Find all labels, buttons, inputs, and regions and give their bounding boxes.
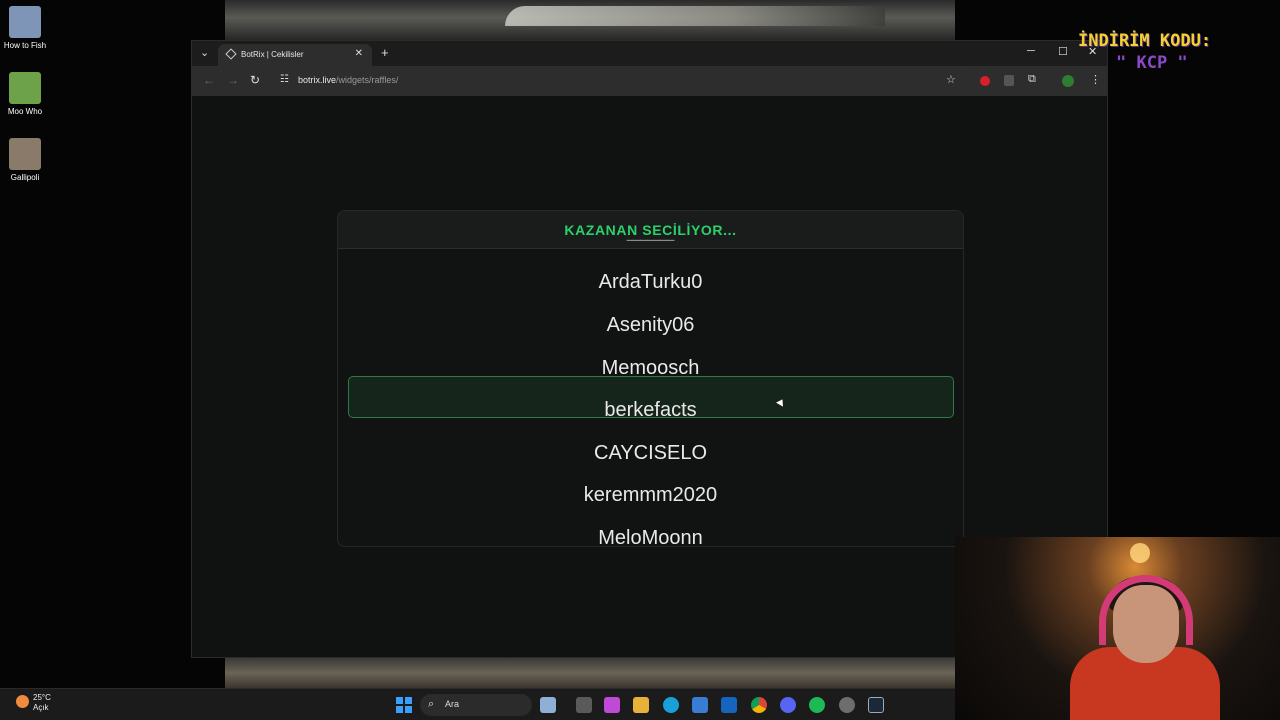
headset bbox=[1099, 575, 1193, 645]
site-info-icon[interactable]: ☷ bbox=[280, 74, 289, 85]
bookmark-star-icon[interactable]: ☆ bbox=[946, 73, 956, 86]
moo-who-icon bbox=[9, 72, 41, 104]
raffle-name: MeloMoonn bbox=[598, 527, 703, 547]
raffle-name-selected: berkefacts bbox=[604, 399, 697, 421]
profile-avatar[interactable] bbox=[1062, 75, 1074, 87]
spotify-icon[interactable] bbox=[809, 697, 825, 713]
url-domain: botrix.live bbox=[298, 75, 337, 85]
copilot-icon[interactable] bbox=[604, 697, 620, 713]
extension-icon[interactable] bbox=[1004, 75, 1014, 86]
tab-close-icon[interactable]: ✕ bbox=[355, 48, 363, 59]
menu-dots-icon[interactable]: ⋮ bbox=[1090, 73, 1101, 86]
lamp-light bbox=[1130, 543, 1150, 563]
raffle-name: CAYCISELO bbox=[594, 442, 707, 464]
webcam-overlay bbox=[955, 537, 1280, 720]
minimize-icon[interactable]: ─ bbox=[1027, 45, 1035, 57]
settings-icon[interactable] bbox=[839, 697, 855, 713]
raffle-name: Memoosch bbox=[601, 357, 700, 379]
tab-title: BotRix | Cekilisler bbox=[241, 50, 304, 59]
reload-icon[interactable]: ↻ bbox=[250, 73, 260, 87]
promo-code: " KCP " bbox=[1116, 53, 1188, 73]
desktop-icon-gallipoli[interactable]: Gallipoli bbox=[2, 138, 48, 183]
gallipoli-icon bbox=[9, 138, 41, 170]
raffle-name: ArdaTurku0 bbox=[598, 271, 703, 293]
browser-tab[interactable]: BotRix | Cekilisler ✕ bbox=[218, 44, 372, 66]
weather-condition: Açık bbox=[33, 703, 49, 712]
search-label: Ara bbox=[445, 699, 460, 709]
forward-icon[interactable]: → bbox=[227, 73, 239, 87]
url-path: /widgets/raffles/ bbox=[336, 75, 399, 85]
wallpaper-bottom bbox=[225, 658, 955, 688]
desktop-icon-label: How to Fish bbox=[3, 41, 47, 50]
desktop-icon-moo-who[interactable]: Moo Who bbox=[2, 72, 48, 117]
new-tab-button[interactable]: + bbox=[381, 45, 389, 60]
discord-icon[interactable] bbox=[780, 697, 796, 713]
url-text: botrix.live/widgets/raffles/ bbox=[298, 75, 398, 85]
promo-overlay: İNDİRİM KODU: " KCP " bbox=[1078, 30, 1211, 74]
promo-title: İNDİRİM KODU: bbox=[1078, 31, 1212, 51]
extension-red-icon[interactable] bbox=[980, 76, 990, 86]
desktop: How to Fish Moo Who Gallipoli ⌄ BotRix |… bbox=[0, 0, 1280, 720]
raffle-name: keremmm2020 bbox=[583, 484, 718, 506]
browser-toolbar: ← → ↻ ☷ botrix.live/widgets/raffles/ ☆ ⧉… bbox=[192, 66, 1107, 96]
weather-sun-icon bbox=[16, 695, 29, 708]
search-icon: ⌕ bbox=[428, 698, 435, 710]
task-view-icon[interactable] bbox=[540, 697, 556, 713]
wallpaper bbox=[225, 0, 955, 44]
raffle-widget: KAZANAN SECİLİYOR... ‾‾‾‾‾‾‾ ArdaTurku0 … bbox=[337, 210, 964, 547]
fish-game-icon bbox=[9, 6, 41, 38]
desktop-icon-how-to-fish[interactable]: How to Fish bbox=[2, 6, 48, 51]
raffle-name-partial: ‾‾‾‾‾‾‾ bbox=[627, 239, 674, 261]
taskbar-search[interactable]: ⌕ Ara bbox=[420, 694, 532, 716]
chrome-icon[interactable] bbox=[751, 697, 767, 713]
file-explorer-icon[interactable] bbox=[576, 697, 592, 713]
edge-icon[interactable] bbox=[663, 697, 679, 713]
windows-start-icon[interactable] bbox=[396, 697, 412, 713]
back-icon[interactable]: ← bbox=[203, 73, 215, 87]
extensions-puzzle-icon[interactable]: ⧉ bbox=[1028, 73, 1036, 86]
tab-search-chevron-icon[interactable]: ⌄ bbox=[200, 46, 209, 59]
temperature: 25°C bbox=[33, 693, 51, 702]
maximize-icon[interactable]: ☐ bbox=[1058, 45, 1068, 58]
address-bar[interactable]: ☷ botrix.live/widgets/raffles/ bbox=[272, 70, 972, 92]
botrix-favicon-icon bbox=[225, 48, 237, 60]
weather-text: 25°C Açık bbox=[33, 693, 51, 713]
desktop-icon-label: Gallipoli bbox=[10, 173, 40, 182]
steam-icon[interactable] bbox=[868, 697, 884, 713]
raffle-name-list: ‾‾‾‾‾‾‾ ArdaTurku0 Asenity06 Memoosch be… bbox=[338, 239, 963, 547]
browser-titlebar: ⌄ BotRix | Cekilisler ✕ + ─ ☐ ✕ bbox=[192, 41, 1107, 66]
store-icon[interactable] bbox=[692, 697, 708, 713]
desktop-icon-label: Moo Who bbox=[7, 107, 43, 116]
taskbar: 25°C Açık ⌕ Ara bbox=[0, 688, 955, 720]
folder-icon[interactable] bbox=[633, 697, 649, 713]
raffle-name: Asenity06 bbox=[606, 314, 695, 336]
outlook-icon[interactable] bbox=[721, 697, 737, 713]
